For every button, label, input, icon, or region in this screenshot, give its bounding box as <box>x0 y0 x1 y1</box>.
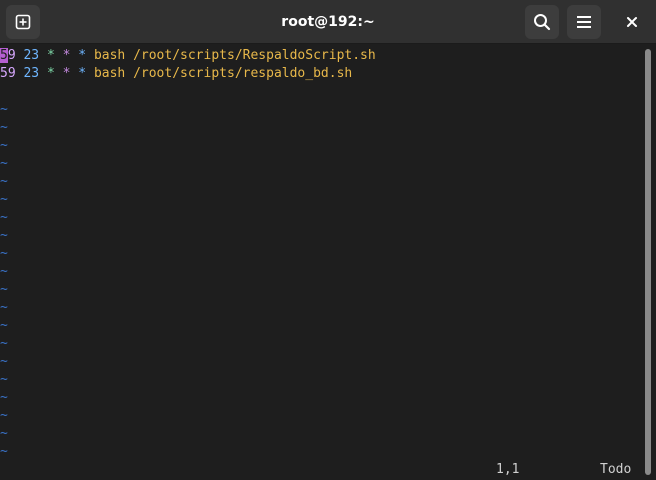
new-tab-button[interactable] <box>6 5 40 39</box>
scroll-indicator: Todo <box>600 462 632 477</box>
cron-hour: 23 <box>23 66 40 81</box>
cron-minute: 59 <box>0 66 16 81</box>
empty-line-marker: ~ <box>0 246 8 261</box>
empty-line-marker: ~ <box>0 192 8 207</box>
new-tab-icon <box>15 14 31 30</box>
empty-line-marker: ~ <box>0 264 8 279</box>
terminal-window: root@192:~ 59 23 * * * bash /root/script… <box>0 0 656 480</box>
search-button[interactable] <box>525 5 559 39</box>
cron-minute: 9 <box>7 48 16 63</box>
cron-month: * <box>62 48 71 63</box>
cron-day-of-week: * <box>78 48 87 63</box>
empty-line-marker: ~ <box>0 372 8 387</box>
cron-hour: 23 <box>23 48 40 63</box>
empty-line-marker: ~ <box>0 390 8 405</box>
empty-line-marker: ~ <box>0 156 8 171</box>
scrollbar[interactable] <box>643 47 653 477</box>
empty-line-marker: ~ <box>0 336 8 351</box>
cron-day-of-month: * <box>46 48 55 63</box>
empty-line-marker: ~ <box>0 408 8 423</box>
empty-line-marker: ~ <box>0 102 8 117</box>
terminal-content[interactable]: 59 23 * * * bash /root/scripts/RespaldoS… <box>0 45 640 480</box>
cron-month: * <box>62 66 71 81</box>
empty-line-marker: ~ <box>0 354 8 369</box>
empty-line-marker: ~ <box>0 318 8 333</box>
menu-button[interactable] <box>567 5 601 39</box>
empty-line-marker: ~ <box>0 138 8 153</box>
empty-line-marker: ~ <box>0 444 8 459</box>
empty-line-marker: ~ <box>0 282 8 297</box>
search-icon <box>533 13 551 31</box>
close-icon <box>626 16 638 28</box>
cron-day-of-month: * <box>46 66 55 81</box>
empty-line-marker: ~ <box>0 426 8 441</box>
cursor-position: 1,1 <box>496 462 520 477</box>
crontab-line: 59 23 * * * bash /root/scripts/respaldo_… <box>0 65 352 83</box>
close-button[interactable] <box>615 5 649 39</box>
empty-line-marker: ~ <box>0 120 8 135</box>
empty-line-marker: ~ <box>0 210 8 225</box>
empty-line-marker: ~ <box>0 228 8 243</box>
hamburger-menu-icon <box>576 15 592 29</box>
text-cursor: 5 <box>0 48 8 63</box>
header-bar: root@192:~ <box>0 0 656 44</box>
empty-line-marker: ~ <box>0 300 8 315</box>
cron-day-of-week: * <box>78 66 87 81</box>
empty-line-marker: ~ <box>0 174 8 189</box>
crontab-line: 59 23 * * * bash /root/scripts/RespaldoS… <box>0 47 376 65</box>
cron-command: bash /root/scripts/RespaldoScript.sh <box>93 48 376 63</box>
cron-command: bash /root/scripts/respaldo_bd.sh <box>93 66 353 81</box>
scrollbar-thumb[interactable] <box>645 49 651 475</box>
